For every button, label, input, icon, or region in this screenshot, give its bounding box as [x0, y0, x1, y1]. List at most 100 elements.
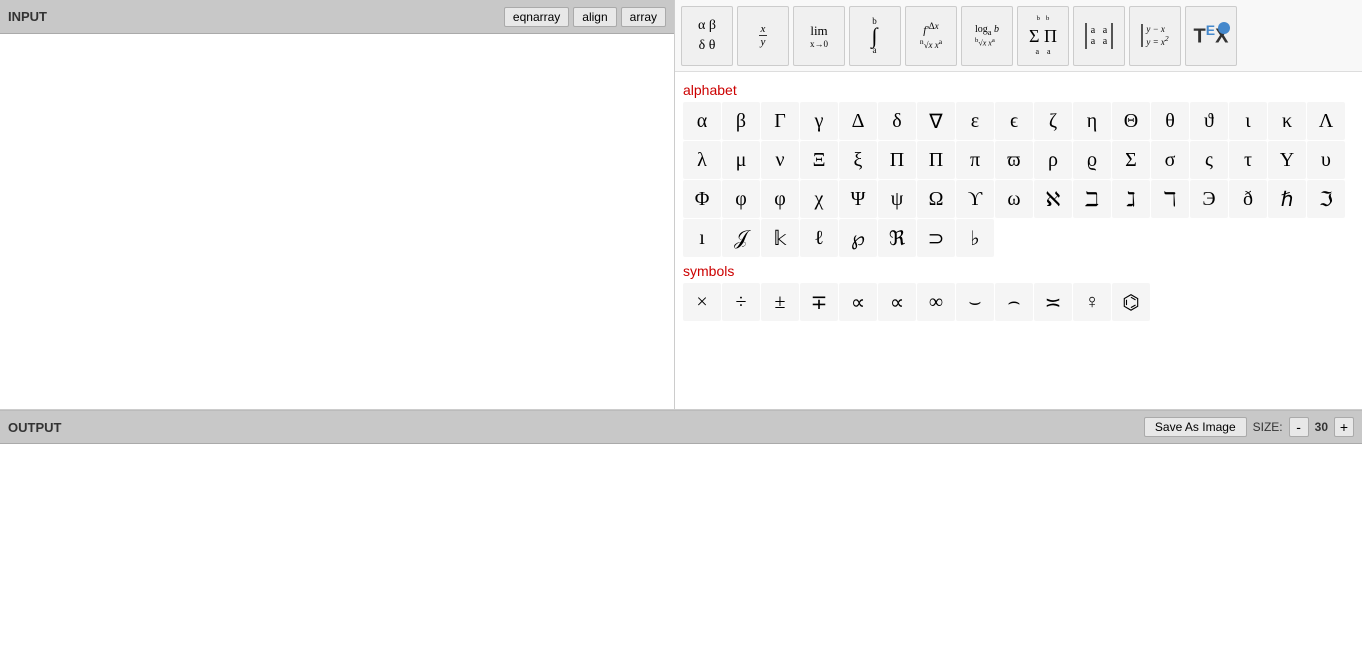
- symbol-mp[interactable]: ∓: [800, 283, 838, 321]
- symbol-propto2[interactable]: ∝: [878, 283, 916, 321]
- toolbar-system-button[interactable]: y − x y = x2: [1129, 6, 1181, 66]
- symbol-sigma[interactable]: σ: [1151, 141, 1189, 179]
- symbol-pm[interactable]: ±: [761, 283, 799, 321]
- symbol-gimel[interactable]: ℷ: [1112, 180, 1150, 218]
- symbol-daleth[interactable]: ℸ: [1151, 180, 1189, 218]
- symbol-iota[interactable]: ι: [1229, 102, 1267, 140]
- symbol-ell[interactable]: ℓ: [800, 219, 838, 257]
- symbol-rho[interactable]: ρ: [1034, 141, 1072, 179]
- symbol-mu[interactable]: μ: [722, 141, 760, 179]
- symbol-varpi[interactable]: ϖ: [995, 141, 1033, 179]
- symbol-times[interactable]: ×: [683, 283, 721, 321]
- symbol-Xi[interactable]: Ξ: [800, 141, 838, 179]
- symbol-Pi[interactable]: Π: [878, 141, 916, 179]
- toolbar-tex-button[interactable]: TEX: [1185, 6, 1237, 66]
- symbol-infty[interactable]: ∞: [917, 283, 955, 321]
- input-panel: INPUT eqnarray align array: [0, 0, 675, 409]
- toolbar-matrix-button[interactable]: a a a a: [1073, 6, 1125, 66]
- alphabet-label: alphabet: [683, 82, 1354, 98]
- align-button[interactable]: align: [573, 7, 616, 27]
- symbol-varepsilon[interactable]: ϵ: [995, 102, 1033, 140]
- size-plus-button[interactable]: +: [1334, 417, 1354, 437]
- symbol-scroll[interactable]: alphabet α β Γ γ Δ δ ∇ ε ϵ ζ η Θ θ ϑ ι κ: [675, 72, 1362, 409]
- symbol-frown[interactable]: ⌢: [995, 283, 1033, 321]
- symbol-epsilon[interactable]: ε: [956, 102, 994, 140]
- symbol-varrho[interactable]: ϱ: [1073, 141, 1111, 179]
- symbol-vartheta[interactable]: ϑ: [1190, 102, 1228, 140]
- symbol-Gamma[interactable]: Γ: [761, 102, 799, 140]
- symbol-panel: α β δ θ x y lim x→0: [675, 0, 1362, 409]
- symbol-upsilon[interactable]: υ: [1307, 141, 1345, 179]
- alphabet-grid: α β Γ γ Δ δ ∇ ε ϵ ζ η Θ θ ϑ ι κ Λ λ μ ν: [683, 102, 1354, 257]
- symbol-asymp[interactable]: ≍: [1034, 283, 1072, 321]
- symbol-delta[interactable]: δ: [878, 102, 916, 140]
- symbol-supset[interactable]: ⊃: [917, 219, 955, 257]
- symbol-zeta[interactable]: ζ: [1034, 102, 1072, 140]
- symbol-nabla[interactable]: ∇: [917, 102, 955, 140]
- symbol-Lambda[interactable]: Λ: [1307, 102, 1345, 140]
- symbol-flat[interactable]: ♭: [956, 219, 994, 257]
- symbol-omega[interactable]: ω: [995, 180, 1033, 218]
- toolbar-fraction-button[interactable]: x y: [737, 6, 789, 66]
- symbol-Re[interactable]: ℜ: [878, 219, 916, 257]
- array-button[interactable]: array: [621, 7, 666, 27]
- symbol-pi[interactable]: π: [956, 141, 994, 179]
- symbol-lambda[interactable]: λ: [683, 141, 721, 179]
- toolbar-row: α β δ θ x y lim x→0: [675, 0, 1362, 72]
- symbols-label: symbols: [683, 263, 1354, 279]
- symbol-psi[interactable]: ψ: [878, 180, 916, 218]
- symbol-varUpsilon[interactable]: ϒ: [956, 180, 994, 218]
- symbol-varphi[interactable]: φ: [761, 180, 799, 218]
- symbol-aleph[interactable]: ℵ: [1034, 180, 1072, 218]
- symbol-propto1[interactable]: ∝: [839, 283, 877, 321]
- symbol-div[interactable]: ÷: [722, 283, 760, 321]
- symbol-script-i[interactable]: 𝒥: [722, 219, 760, 257]
- symbol-varsigma[interactable]: ς: [1190, 141, 1228, 179]
- toolbar-derivative-button[interactable]: f'Δx n√x xa: [905, 6, 957, 66]
- symbol-Upsilon[interactable]: Υ: [1268, 141, 1306, 179]
- size-value: 30: [1315, 420, 1328, 434]
- toolbar-log-button[interactable]: loga b b√x xa: [961, 6, 1013, 66]
- symbol-beta[interactable]: β: [722, 102, 760, 140]
- output-controls: Save As Image SIZE: - 30 +: [1144, 417, 1354, 437]
- symbol-eth[interactable]: ð: [1229, 180, 1267, 218]
- symbol-wp[interactable]: ℘: [839, 219, 877, 257]
- symbol-xi[interactable]: ξ: [839, 141, 877, 179]
- symbol-alpha[interactable]: α: [683, 102, 721, 140]
- symbol-hbar[interactable]: ℏ: [1268, 180, 1306, 218]
- symbol-triangle[interactable]: ⌬: [1112, 283, 1150, 321]
- symbol-gamma[interactable]: γ: [800, 102, 838, 140]
- toolbar-integral-button[interactable]: b ∫ a: [849, 6, 901, 66]
- symbol-kappa[interactable]: κ: [1268, 102, 1306, 140]
- symbol-tau[interactable]: τ: [1229, 141, 1267, 179]
- symbol-Delta[interactable]: Δ: [839, 102, 877, 140]
- symbol-dotlessi[interactable]: ı: [683, 219, 721, 257]
- symbol-Pi2[interactable]: Π: [917, 141, 955, 179]
- symbol-theta[interactable]: θ: [1151, 102, 1189, 140]
- input-textarea[interactable]: [0, 34, 674, 409]
- symbol-smile[interactable]: ⌣: [956, 283, 994, 321]
- input-header: INPUT eqnarray align array: [0, 0, 674, 34]
- output-panel: OUTPUT Save As Image SIZE: - 30 +: [0, 410, 1362, 652]
- symbol-Psi[interactable]: Ψ: [839, 180, 877, 218]
- symbol-chi[interactable]: χ: [800, 180, 838, 218]
- size-minus-button[interactable]: -: [1289, 417, 1309, 437]
- symbol-Im[interactable]: ℑ: [1307, 180, 1345, 218]
- symbol-phi[interactable]: φ: [722, 180, 760, 218]
- toolbar-greek-button[interactable]: α β δ θ: [681, 6, 733, 66]
- symbol-reversed-e[interactable]: Э: [1190, 180, 1228, 218]
- symbol-Sigma[interactable]: Σ: [1112, 141, 1150, 179]
- symbol-female[interactable]: ♀: [1073, 283, 1111, 321]
- symbol-eta[interactable]: η: [1073, 102, 1111, 140]
- symbol-beth[interactable]: ℶ: [1073, 180, 1111, 218]
- symbol-nu[interactable]: ν: [761, 141, 799, 179]
- save-as-image-button[interactable]: Save As Image: [1144, 417, 1247, 437]
- eqnarray-button[interactable]: eqnarray: [504, 7, 569, 27]
- symbol-Theta[interactable]: Θ: [1112, 102, 1150, 140]
- symbol-Phi[interactable]: Φ: [683, 180, 721, 218]
- toolbar-sum-button[interactable]: b b Σ Π a a: [1017, 6, 1069, 66]
- output-content: [0, 444, 1362, 652]
- toolbar-limit-button[interactable]: lim x→0: [793, 6, 845, 66]
- symbol-Omega[interactable]: Ω: [917, 180, 955, 218]
- symbol-mathbb-k[interactable]: 𝕜: [761, 219, 799, 257]
